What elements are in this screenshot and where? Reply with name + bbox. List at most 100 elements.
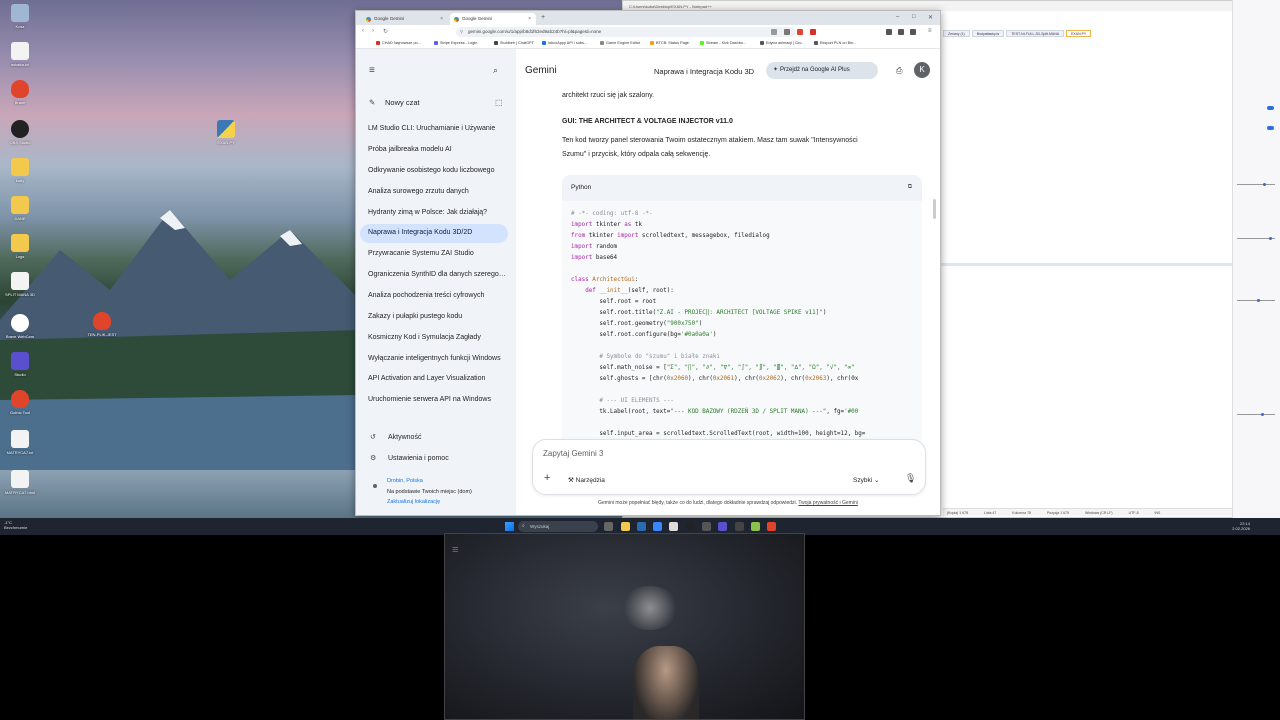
chat-history-item[interactable]: Zakazy i pułapki pustego kodu <box>360 308 508 327</box>
chat-history-item[interactable]: Odkrywanie osobistego kodu liczbowego <box>360 162 508 181</box>
browser-window[interactable]: Google Gemini × Google Gemini × + – □ ✕ ‹ … <box>355 10 941 516</box>
slider[interactable] <box>1237 183 1275 186</box>
upgrade-button[interactable]: ✦ Przejdź na Google AI Plus <box>766 62 878 79</box>
chat-history-item[interactable]: Próba jailbreaka modelu AI <box>360 141 508 160</box>
new-chat-button[interactable]: ✎ Nowy czat <box>369 98 420 107</box>
chat-history-item[interactable]: Wyłączanie inteligentnych funkcji Window… <box>360 350 508 369</box>
studio-icon[interactable] <box>718 522 727 531</box>
weather-widget[interactable]: -1°C Bezchmurnie <box>4 520 27 530</box>
app-icon[interactable] <box>669 522 678 531</box>
bookmark[interactable]: Stripe Express - Login <box>434 41 477 45</box>
slider[interactable] <box>1237 413 1275 416</box>
chat-history-item[interactable]: LM Studio CLI: Uruchamianie i Używanie <box>360 120 508 139</box>
desktop-icon-folder-logs[interactable]: Logs <box>2 234 38 259</box>
back-icon[interactable]: ‹ <box>362 28 364 34</box>
privacy-link[interactable]: Twoja prywatność i Gemini <box>798 500 857 506</box>
desktop-icon-split-mana[interactable]: SPLIT MANA 3D <box>2 272 38 297</box>
notepad-tab-active[interactable]: EXAN.PY <box>1066 30 1092 37</box>
conversation-title[interactable]: Naprawa i Integracja Kodu 3D <box>654 67 754 76</box>
desktop-icon-studio[interactable]: Studio <box>2 352 38 377</box>
slider[interactable] <box>1237 299 1275 302</box>
desktop-icon-folder-kody[interactable]: kody <box>2 158 38 183</box>
brave-icon[interactable] <box>767 522 776 531</box>
extensions-icon[interactable] <box>886 29 892 35</box>
browser-tab-active[interactable]: Google Gemini × <box>450 13 536 25</box>
search-icon[interactable]: ⌕ <box>493 65 498 76</box>
desktop-icon-webcam[interactable]: Brave WebCam <box>2 314 38 339</box>
sidebar-icon[interactable] <box>898 29 904 35</box>
app-icon[interactable] <box>702 522 711 531</box>
desktop-icon-obs[interactable]: OBS Studio <box>2 120 38 145</box>
activity-button[interactable]: ↺ Aktywność <box>370 433 421 441</box>
obs-icon[interactable] <box>686 522 695 531</box>
chat-history-item[interactable]: Analiza pochodzenia treści cyfrowych <box>360 287 508 306</box>
menu-icon[interactable]: ≡ <box>452 544 458 556</box>
bookmark[interactable]: Edytor animacji | Gro... <box>760 41 805 45</box>
desktop-icon-matryca-html[interactable]: MATRYCA7.html <box>2 470 38 495</box>
copy-icon[interactable]: ⧉ <box>908 184 912 191</box>
minimize-icon[interactable]: – <box>896 14 899 20</box>
temporary-chat-icon[interactable]: ⬚ <box>495 98 503 107</box>
prompt-input[interactable] <box>543 446 913 460</box>
bookmark[interactable]: Stream - Kick Dashbo... <box>700 41 746 45</box>
toggle-switch[interactable] <box>1267 106 1274 110</box>
brave-shield-icon[interactable] <box>797 29 803 35</box>
tools-button[interactable]: ⚒ Narzędzia <box>568 476 605 484</box>
share-icon[interactable]: ⎙ <box>896 66 902 76</box>
close-tab-icon[interactable]: × <box>528 16 531 22</box>
reload-icon[interactable]: ↻ <box>383 28 388 35</box>
system-clock[interactable]: 22:14 2.02.2026 <box>1232 521 1250 531</box>
toggle-switch[interactable] <box>1267 126 1274 130</box>
file-explorer-icon[interactable] <box>621 522 630 531</box>
address-bar[interactable]: ⚲ gemini.google.com/u/1/app/b8d1f62ed9ab2… <box>456 27 796 37</box>
notepad-tab[interactable]: Zmiany (1) <box>943 30 970 37</box>
user-avatar[interactable]: K <box>914 62 930 78</box>
menu-icon[interactable]: ≡ <box>928 28 932 34</box>
forward-icon[interactable]: › <box>372 28 374 34</box>
new-tab-button[interactable]: + <box>541 14 545 21</box>
chat-history-item[interactable]: Ograniczenia SynthID dla danych szeregow… <box>360 266 508 285</box>
desktop-icon-folder-dane[interactable]: DANE <box>2 196 38 221</box>
extension-icon[interactable] <box>810 29 816 35</box>
notepad-tab[interactable]: Bodyattacky.ts <box>971 30 1005 37</box>
close-window-icon[interactable]: ✕ <box>928 14 933 21</box>
task-view-icon[interactable] <box>604 522 613 531</box>
bookmark[interactable]: CHAD Najnowsze po... <box>376 41 421 45</box>
app-icon[interactable] <box>653 522 662 531</box>
bookmark[interactable]: Stuhlbeh | ChatGPT <box>494 41 534 45</box>
bookmark[interactable]: BTCB: Status Page <box>650 41 689 45</box>
slider-knob[interactable] <box>1263 183 1266 186</box>
bookmark[interactable]: InboxAppy API i subs... <box>542 41 587 45</box>
bookmark[interactable]: Eksport PLN on Bin... <box>814 41 856 45</box>
slider[interactable] <box>1237 237 1275 240</box>
profile-icon[interactable] <box>910 29 916 35</box>
slider-knob[interactable] <box>1261 413 1264 416</box>
bookmark[interactable]: Game Engine Editor <box>600 41 640 45</box>
close-tab-icon[interactable]: × <box>440 16 443 22</box>
chat-history-item[interactable]: Przywracanie Systemu ZAI Studio <box>360 245 508 264</box>
desktop-icon-python-file[interactable]: EXAN.PY <box>208 120 244 145</box>
desktop-icon-note[interactable]: notatka.txt <box>2 42 38 67</box>
scrollbar[interactable] <box>933 199 936 219</box>
desktop-icon-gothic[interactable]: Gothic Tool <box>2 390 38 415</box>
chat-history-item[interactable]: Hydranty zimą w Polsce: Jak działają? <box>360 204 508 223</box>
maximize-icon[interactable]: □ <box>912 14 916 20</box>
windows-start-icon[interactable] <box>505 522 514 531</box>
chat-history-item[interactable]: Analiza surowego zrzutu danych <box>360 183 508 202</box>
store-icon[interactable] <box>637 522 646 531</box>
settings-button[interactable]: ⚙ Ustawienia i pomoc <box>370 454 449 462</box>
notepad-plus-icon[interactable] <box>751 522 760 531</box>
chat-history-item[interactable]: Uruchomienie serwera API na Windows <box>360 391 508 410</box>
share-page-icon[interactable] <box>784 29 790 35</box>
desktop-icon-brave[interactable]: Brave <box>2 80 38 105</box>
update-location-link[interactable]: Zaktualizuj lokalizację <box>387 499 440 505</box>
gemini-logo-title[interactable]: Gemini <box>525 65 557 76</box>
mode-selector[interactable]: Szybki ⌄ <box>853 476 879 484</box>
chat-history-item[interactable]: Kosmiczny Kod i Symulacja Zagłady <box>360 329 508 348</box>
chat-history-item-active[interactable]: Naprawa i Integracja Kodu 3D/2D <box>360 224 508 243</box>
slider-knob[interactable] <box>1269 237 1272 240</box>
chat-history-item[interactable]: API Activation and Layer Visualization <box>360 370 508 389</box>
notepad-tab[interactable]: TEST-NI-FULL-3D-Split.MANA <box>1006 30 1065 37</box>
zoom-icon[interactable] <box>771 29 777 35</box>
desktop-icon-brave-file[interactable]: TEN-PLIK-JEST <box>84 312 120 337</box>
